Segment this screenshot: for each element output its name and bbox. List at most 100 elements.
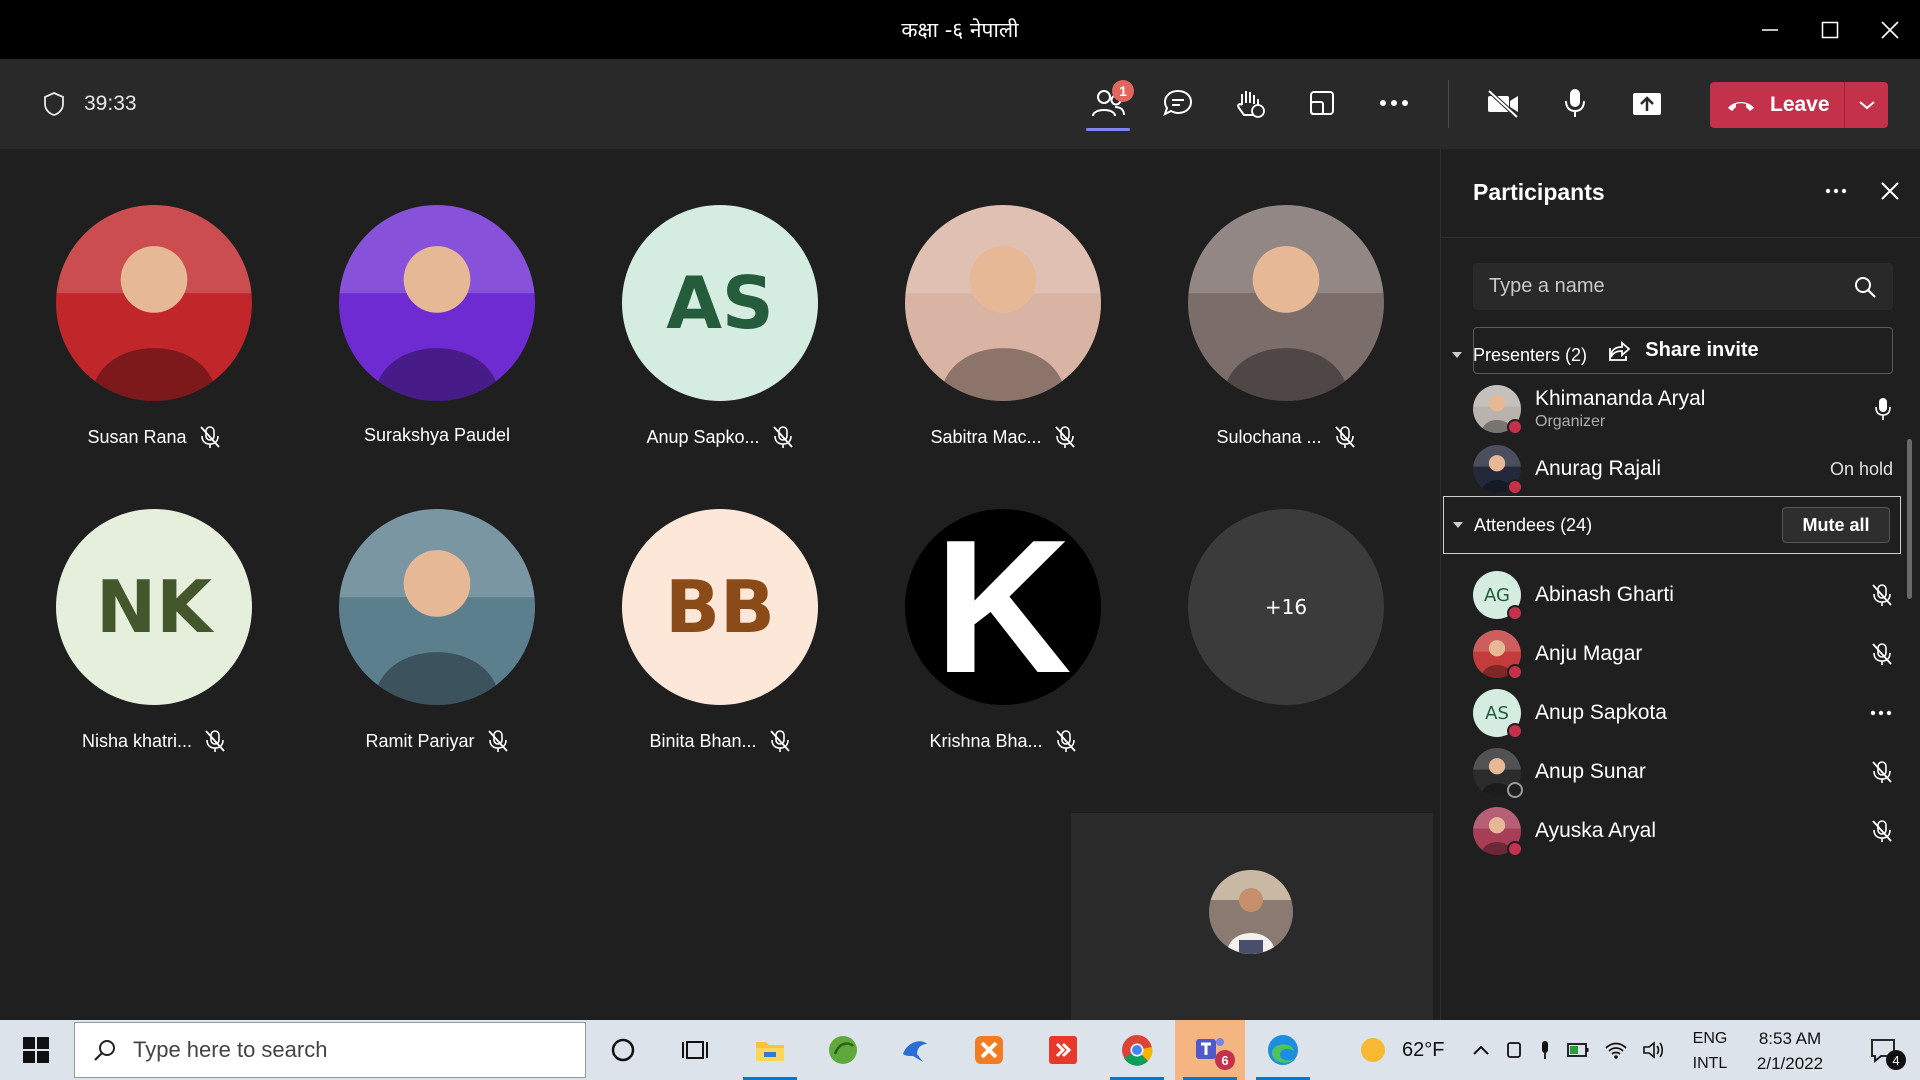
mic-off-icon[interactable] bbox=[1871, 819, 1893, 843]
chevron-up-icon[interactable] bbox=[1472, 1044, 1490, 1056]
taskbar-clock[interactable]: 8:53 AM 2/1/2022 bbox=[1735, 1026, 1845, 1076]
presenter-row[interactable]: Khimananda Aryal Organizer bbox=[1473, 379, 1893, 439]
weather-widget[interactable]: 62°F bbox=[1358, 1020, 1444, 1080]
panel-scrollbar[interactable] bbox=[1907, 439, 1912, 599]
close-window-button[interactable] bbox=[1860, 0, 1920, 59]
leave-options-button[interactable] bbox=[1844, 82, 1888, 128]
self-avatar bbox=[1209, 870, 1293, 954]
edge-button[interactable] bbox=[1248, 1020, 1318, 1080]
teams-button[interactable]: 6 bbox=[1175, 1020, 1245, 1080]
presenter-row[interactable]: Anurag Rajali On hold bbox=[1473, 439, 1893, 499]
device-icon[interactable] bbox=[1504, 1039, 1524, 1061]
microphone-icon[interactable] bbox=[1538, 1039, 1552, 1061]
chevron-down-icon bbox=[1452, 352, 1462, 358]
participant-name: Anup Sapko... bbox=[646, 426, 760, 447]
mic-toggle-button[interactable] bbox=[1547, 75, 1603, 131]
participant-tile[interactable]: BB Binita Bhan... bbox=[590, 509, 850, 753]
task-view-button[interactable] bbox=[660, 1020, 730, 1080]
mute-all-button[interactable]: Mute all bbox=[1782, 507, 1890, 543]
start-button[interactable] bbox=[0, 1020, 72, 1080]
chevron-down-icon bbox=[1858, 101, 1875, 110]
participant-tile[interactable]: Sabitra Mac... bbox=[873, 205, 1133, 449]
more-icon[interactable] bbox=[1869, 709, 1893, 717]
leaf-app-icon bbox=[829, 1036, 857, 1064]
participant-name: Ayuska Aryal bbox=[1535, 819, 1657, 842]
tile-name-row: Sulochana ... bbox=[1156, 425, 1416, 449]
volume-icon[interactable] bbox=[1642, 1040, 1666, 1060]
more-icon[interactable] bbox=[1824, 179, 1848, 203]
input-language[interactable]: ENG INTL bbox=[1688, 1026, 1732, 1076]
participant-name: Anup Sunar bbox=[1535, 760, 1646, 783]
windows-icon bbox=[23, 1037, 49, 1063]
presence-indicator bbox=[1507, 479, 1523, 495]
search-icon bbox=[94, 1040, 115, 1061]
react-button[interactable] bbox=[1222, 75, 1278, 131]
xampp-button[interactable] bbox=[954, 1020, 1024, 1080]
participant-search-input[interactable]: Type a name bbox=[1473, 263, 1893, 310]
leave-button[interactable]: Leave bbox=[1710, 82, 1844, 128]
presence-indicator bbox=[1507, 605, 1523, 621]
presenters-section-header[interactable]: Presenters (2) bbox=[1451, 334, 1891, 376]
maximize-button[interactable] bbox=[1800, 0, 1860, 59]
attendees-section-header[interactable]: Attendees (24) Mute all bbox=[1443, 496, 1901, 554]
participant-tile[interactable]: K Krishna Bha... bbox=[873, 509, 1133, 753]
share-content-button[interactable] bbox=[1619, 75, 1675, 131]
anydesk-button[interactable] bbox=[1028, 1020, 1098, 1080]
participants-button[interactable]: 1 bbox=[1080, 75, 1136, 131]
chrome-icon bbox=[1122, 1035, 1153, 1066]
attendee-row[interactable]: Anup Sunar bbox=[1473, 742, 1893, 802]
chat-icon bbox=[1163, 89, 1193, 116]
mic-off-icon[interactable] bbox=[1871, 760, 1893, 784]
participant-name: Sabitra Mac... bbox=[930, 426, 1042, 447]
participant-tile[interactable]: AS Anup Sapko... bbox=[590, 205, 850, 449]
participant-avatar bbox=[339, 205, 535, 401]
participant-tile[interactable]: NK Nisha khatri... bbox=[24, 509, 284, 753]
attendee-row[interactable]: AG Abinash Gharti bbox=[1473, 565, 1893, 625]
microphone-icon[interactable] bbox=[1873, 396, 1893, 422]
rooms-button[interactable] bbox=[1294, 75, 1350, 131]
mic-off-icon[interactable] bbox=[1871, 642, 1893, 666]
anydesk-icon bbox=[1049, 1036, 1077, 1064]
shield-icon[interactable] bbox=[42, 91, 66, 117]
more-actions-button[interactable] bbox=[1366, 75, 1422, 131]
attendee-row[interactable]: Ayuska Aryal bbox=[1473, 801, 1893, 861]
weather-temp: 62°F bbox=[1402, 1038, 1445, 1061]
mic-off-icon bbox=[199, 426, 220, 448]
notification-center-button[interactable]: 4 bbox=[1848, 1020, 1918, 1080]
participant-tile[interactable]: Sulochana ... bbox=[1156, 205, 1416, 449]
file-explorer-button[interactable] bbox=[735, 1020, 805, 1080]
meeting-timer: 39:33 bbox=[84, 92, 137, 115]
attendee-row[interactable]: Anju Magar bbox=[1473, 624, 1893, 684]
minimize-button[interactable] bbox=[1740, 0, 1800, 59]
chrome-button[interactable] bbox=[1102, 1020, 1172, 1080]
self-view-tile[interactable] bbox=[1071, 813, 1433, 1020]
mic-off-icon bbox=[1054, 426, 1075, 448]
presence-indicator bbox=[1507, 664, 1523, 680]
participant-role: Organizer bbox=[1535, 413, 1606, 430]
presence-indicator bbox=[1507, 782, 1523, 798]
attendee-row[interactable]: AS Anup Sapkota bbox=[1473, 683, 1893, 743]
overflow-tile[interactable]: +16 bbox=[1156, 509, 1416, 705]
participant-tile[interactable]: Surakshya Paudel bbox=[307, 205, 567, 446]
cortana-icon bbox=[611, 1038, 635, 1062]
cortana-button[interactable] bbox=[588, 1020, 658, 1080]
profile-photo-icon bbox=[339, 509, 535, 705]
dolphin-app-button[interactable] bbox=[880, 1020, 950, 1080]
participant-tile[interactable]: Susan Rana bbox=[24, 205, 284, 449]
participant-tile[interactable]: Ramit Pariyar bbox=[307, 509, 567, 753]
mic-off-icon[interactable] bbox=[1871, 583, 1893, 607]
taskbar-search-input[interactable]: Type here to search bbox=[74, 1022, 586, 1078]
avatar-initials: AS bbox=[666, 261, 774, 345]
chat-button[interactable] bbox=[1150, 75, 1206, 131]
dolphin-icon bbox=[903, 1041, 927, 1062]
avatar-initials: K bbox=[934, 509, 1072, 705]
gimp-like-app-button[interactable] bbox=[808, 1020, 878, 1080]
wifi-icon[interactable] bbox=[1604, 1040, 1628, 1060]
task-view-icon bbox=[682, 1041, 708, 1059]
teams-notification-badge: 6 bbox=[1215, 1050, 1235, 1070]
battery-icon[interactable] bbox=[1566, 1040, 1590, 1060]
camera-toggle-button[interactable] bbox=[1475, 75, 1531, 131]
meeting-stage: Susan Rana Surakshya Paudel AS Anup Sapko..… bbox=[0, 149, 1440, 1020]
close-icon[interactable] bbox=[1878, 179, 1902, 203]
attendees-label: Attendees (24) bbox=[1474, 514, 1593, 535]
